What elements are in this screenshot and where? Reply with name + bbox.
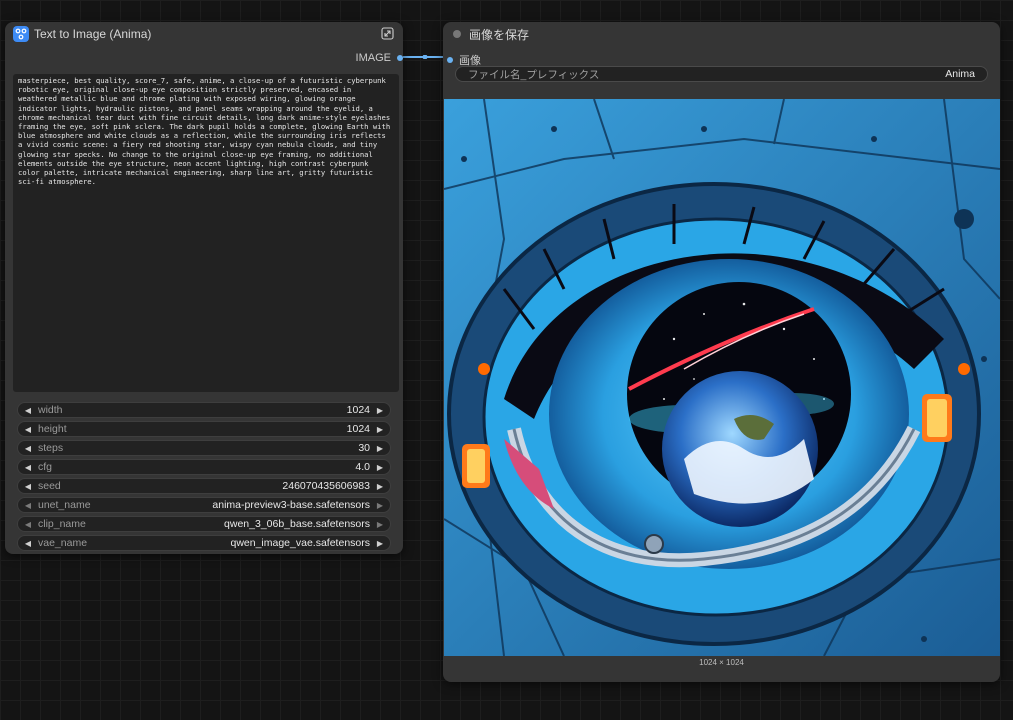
widget-label: steps xyxy=(38,442,64,454)
node-title: 画像を保存 xyxy=(469,27,530,42)
increment-arrow-icon[interactable]: ▶ xyxy=(372,441,388,455)
widget-label: cfg xyxy=(38,461,53,473)
increment-arrow-icon[interactable]: ▶ xyxy=(372,403,388,417)
widget-value: 246070435606983 xyxy=(282,480,370,492)
widget-value: 1024 xyxy=(346,423,370,435)
input-port[interactable] xyxy=(447,57,453,63)
node-title: Text to Image (Anima) xyxy=(34,27,152,41)
filename-prefix-value: Anima xyxy=(945,68,975,80)
widget-label: height xyxy=(38,423,67,435)
widget-width[interactable]: ◀ width 1024 ▶ xyxy=(17,402,391,418)
filename-prefix-label: ファイル名_プレフィックス xyxy=(468,68,600,81)
widget-value: 30 xyxy=(358,442,370,454)
widget-label: seed xyxy=(38,480,61,492)
widget-label: clip_name xyxy=(38,518,86,530)
decrement-arrow-icon[interactable]: ◀ xyxy=(20,460,36,474)
generated-image xyxy=(444,99,1000,656)
decrement-arrow-icon[interactable]: ◀ xyxy=(20,403,36,417)
increment-arrow-icon[interactable]: ▶ xyxy=(372,422,388,436)
save-image-node[interactable]: 画像を保存 画像 ファイル名_プレフィックス Anima 1024 × 1024 xyxy=(443,22,1000,682)
text-to-image-node[interactable]: Text to Image (Anima) IMAGE masterpiece,… xyxy=(5,22,403,554)
widget-value: 4.0 xyxy=(355,461,370,473)
node-header[interactable]: 画像を保存 xyxy=(443,22,1000,46)
collapse-dot-icon[interactable] xyxy=(453,30,461,38)
output-port[interactable] xyxy=(397,55,403,61)
decrement-arrow-icon[interactable]: ◀ xyxy=(20,422,36,436)
increment-arrow-icon[interactable]: ▶ xyxy=(372,460,388,474)
image-size-label: 1024 × 1024 xyxy=(699,658,744,667)
widget-list: ◀ width 1024 ▶ ◀ height 1024 ▶ ◀ steps 30 ▶ ◀ cfg 4.0 ▶… xyxy=(17,402,391,554)
widget-vae-name[interactable]: ◀ vae_name qwen_image_vae.safetensors ▶ xyxy=(17,535,391,551)
prompt-textarea[interactable]: masterpiece, best quality, score_7, safe… xyxy=(13,74,399,392)
app-icon xyxy=(13,26,29,42)
widget-seed[interactable]: ◀ seed 246070435606983 ▶ xyxy=(17,478,391,494)
widget-label: width xyxy=(38,404,63,416)
widget-clip-name[interactable]: ◀ clip_name qwen_3_06b_base.safetensors ▶ xyxy=(17,516,391,532)
widget-value: qwen_image_vae.safetensors xyxy=(230,537,370,549)
expand-icon[interactable] xyxy=(381,27,394,43)
node-header[interactable]: Text to Image (Anima) xyxy=(5,22,403,46)
widget-cfg[interactable]: ◀ cfg 4.0 ▶ xyxy=(17,459,391,475)
increment-arrow-icon[interactable]: ▶ xyxy=(372,517,388,531)
filename-prefix-field[interactable]: ファイル名_プレフィックス Anima xyxy=(455,66,988,82)
output-slot-image[interactable]: IMAGE xyxy=(356,52,403,64)
widget-height[interactable]: ◀ height 1024 ▶ xyxy=(17,421,391,437)
increment-arrow-icon[interactable]: ▶ xyxy=(372,498,388,512)
decrement-arrow-icon[interactable]: ◀ xyxy=(20,441,36,455)
widget-value: anima-preview3-base.safetensors xyxy=(212,499,370,511)
decrement-arrow-icon[interactable]: ◀ xyxy=(20,517,36,531)
widget-value: qwen_3_06b_base.safetensors xyxy=(224,518,370,530)
widget-value: 1024 xyxy=(346,404,370,416)
decrement-arrow-icon[interactable]: ◀ xyxy=(20,498,36,512)
widget-steps[interactable]: ◀ steps 30 ▶ xyxy=(17,440,391,456)
image-preview[interactable] xyxy=(444,99,1000,656)
increment-arrow-icon[interactable]: ▶ xyxy=(372,479,388,493)
widget-label: vae_name xyxy=(38,537,88,549)
output-label: IMAGE xyxy=(355,52,391,64)
widget-label: unet_name xyxy=(38,499,91,511)
decrement-arrow-icon[interactable]: ◀ xyxy=(20,479,36,493)
increment-arrow-icon[interactable]: ▶ xyxy=(372,536,388,550)
widget-unet-name[interactable]: ◀ unet_name anima-preview3-base.safetensor… xyxy=(17,497,391,513)
decrement-arrow-icon[interactable]: ◀ xyxy=(20,536,36,550)
